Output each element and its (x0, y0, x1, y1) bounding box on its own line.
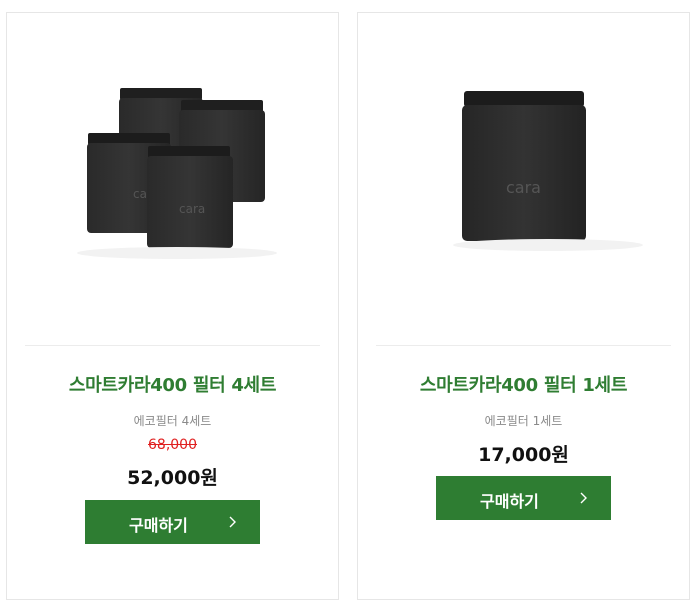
product-subtitle: 에코필터 4세트 (133, 414, 212, 428)
filter-4set-icon: cara cara (77, 88, 277, 259)
product-title[interactable]: 스마트카라400 필터 1세트 (358, 371, 689, 397)
svg-text:cara: cara (506, 178, 541, 197)
chevron-right-icon (580, 492, 587, 504)
sale-price: 52,000원 (127, 467, 218, 489)
product-card[interactable]: cara cara 스마트카라400 필터 4세트 에코필터 4세트 68,00… (6, 12, 339, 600)
original-price: 68,000 (148, 437, 197, 453)
buy-button[interactable]: 구매하기 (436, 476, 611, 520)
product-title[interactable]: 스마트카라400 필터 4세트 (7, 371, 338, 397)
chevron-right-icon (229, 516, 236, 528)
buy-button-label: 구매하기 (129, 516, 188, 535)
divider (376, 345, 671, 346)
product-image[interactable]: cara cara (7, 13, 338, 346)
buy-button-label: 구매하기 (480, 492, 539, 511)
buy-button[interactable]: 구매하기 (85, 500, 260, 544)
product-image[interactable]: cara (358, 13, 689, 346)
sale-price: 17,000원 (478, 444, 569, 466)
product-card[interactable]: cara 스마트카라400 필터 1세트 에코필터 1세트 17,000원 구매… (357, 12, 690, 600)
svg-text:cara: cara (179, 202, 205, 216)
filter-1set-icon: cara (453, 91, 643, 251)
product-subtitle: 에코필터 1세트 (484, 414, 563, 428)
divider (25, 345, 320, 346)
